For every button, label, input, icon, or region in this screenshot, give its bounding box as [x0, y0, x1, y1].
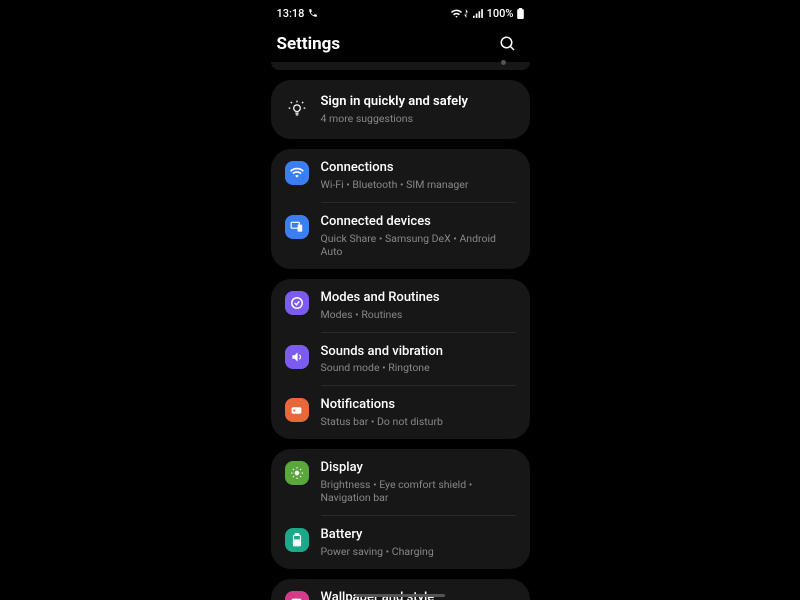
- nav-handle[interactable]: [355, 594, 445, 597]
- sun-icon: [285, 461, 309, 485]
- status-time: 13:18: [277, 7, 305, 20]
- settings-group: ConnectionsWi-Fi • Bluetooth • SIM manag…: [271, 149, 530, 269]
- item-text: Modes and RoutinesModes • Routines: [321, 290, 516, 321]
- status-bar: 13:18 100%: [263, 0, 538, 22]
- partial-card: [271, 62, 530, 70]
- settings-item-sounds-and-vibration[interactable]: Sounds and vibrationSound mode • Rington…: [271, 333, 530, 386]
- item-text: Sounds and vibrationSound mode • Rington…: [321, 344, 516, 375]
- suggestion-title: Sign in quickly and safely: [321, 94, 516, 111]
- status-left: 13:18: [277, 7, 319, 20]
- settings-item-connections[interactable]: ConnectionsWi-Fi • Bluetooth • SIM manag…: [271, 149, 530, 202]
- item-text: DisplayBrightness • Eye comfort shield •…: [321, 460, 516, 504]
- item-sub: Power saving • Charging: [321, 545, 516, 558]
- item-title: Sounds and vibration: [321, 344, 516, 361]
- data-status-icon: [464, 9, 471, 18]
- item-title: Notifications: [321, 397, 516, 414]
- item-title: Display: [321, 460, 516, 477]
- bell-icon: [285, 398, 309, 422]
- search-icon: [499, 35, 517, 53]
- search-button[interactable]: [496, 32, 520, 56]
- check-icon: [285, 291, 309, 315]
- signal-status-icon: [473, 9, 484, 18]
- battery-icon: [285, 528, 309, 552]
- settings-item-modes-and-routines[interactable]: Modes and RoutinesModes • Routines: [271, 279, 530, 332]
- item-sub: Status bar • Do not disturb: [321, 415, 516, 428]
- suggestion-card[interactable]: Sign in quickly and safely 4 more sugges…: [271, 80, 530, 139]
- item-text: BatteryPower saving • Charging: [321, 527, 516, 558]
- header: Settings: [263, 22, 538, 62]
- wifi-icon: [285, 161, 309, 185]
- item-title: Battery: [321, 527, 516, 544]
- sound-icon: [285, 345, 309, 369]
- phone-icon: [308, 8, 318, 18]
- status-battery: 100%: [487, 7, 514, 20]
- suggestion-sub: 4 more suggestions: [321, 112, 516, 125]
- status-right: 100%: [451, 7, 524, 20]
- item-sub: Quick Share • Samsung DeX • Android Auto: [321, 232, 516, 258]
- settings-item-display[interactable]: DisplayBrightness • Eye comfort shield •…: [271, 449, 530, 515]
- item-sub: Wi-Fi • Bluetooth • SIM manager: [321, 178, 516, 191]
- item-title: Connected devices: [321, 214, 516, 231]
- settings-group: Modes and RoutinesModes • Routines Sounds…: [271, 279, 530, 440]
- item-sub: Sound mode • Ringtone: [321, 361, 516, 374]
- item-title: Connections: [321, 160, 516, 177]
- item-sub: Brightness • Eye comfort shield • Naviga…: [321, 478, 516, 504]
- settings-item-notifications[interactable]: NotificationsStatus bar • Do not disturb: [271, 386, 530, 439]
- suggestion-text: Sign in quickly and safely 4 more sugges…: [321, 94, 516, 125]
- lightbulb-icon: [285, 97, 309, 121]
- settings-group: DisplayBrightness • Eye comfort shield •…: [271, 449, 530, 569]
- palette-icon: [285, 591, 309, 600]
- item-sub: Modes • Routines: [321, 308, 516, 321]
- phone-frame: 13:18 100% Settings Sign: [263, 0, 538, 600]
- content: Sign in quickly and safely 4 more sugges…: [263, 62, 538, 600]
- item-text: Connected devicesQuick Share • Samsung D…: [321, 214, 516, 258]
- page-title: Settings: [277, 34, 341, 54]
- battery-icon: [517, 8, 524, 19]
- settings-item-connected-devices[interactable]: Connected devicesQuick Share • Samsung D…: [271, 203, 530, 269]
- item-text: NotificationsStatus bar • Do not disturb: [321, 397, 516, 428]
- item-title: Modes and Routines: [321, 290, 516, 307]
- settings-item-battery[interactable]: BatteryPower saving • Charging: [271, 516, 530, 569]
- wifi-status-icon: [451, 9, 462, 18]
- item-text: ConnectionsWi-Fi • Bluetooth • SIM manag…: [321, 160, 516, 191]
- status-icons: [451, 9, 484, 18]
- devices-icon: [285, 215, 309, 239]
